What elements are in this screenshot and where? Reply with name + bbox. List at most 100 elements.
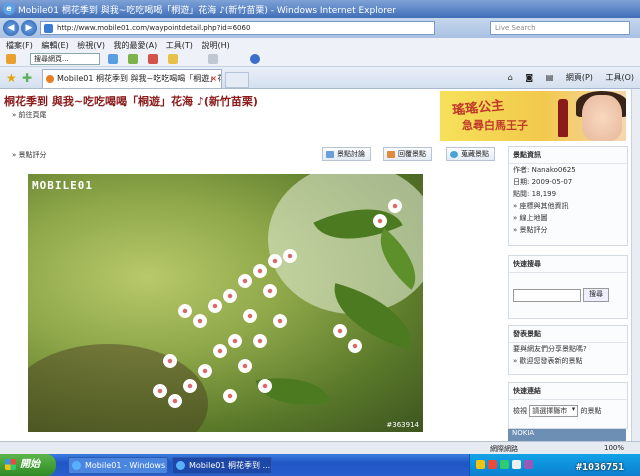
back-arrow-icon[interactable]: ◀ xyxy=(3,20,19,36)
quick-search-button[interactable]: 搜尋 xyxy=(583,288,609,302)
taskbar: 開始 Mobile01 - Windows I... Mobile01 桐花季到… xyxy=(0,454,640,476)
tray-icon[interactable] xyxy=(512,460,521,469)
spot-info-panel: 景點資訊 作者: Nanako0625 日期: 2009-05-07 點閱: 1… xyxy=(508,146,628,246)
address-bar: ◀ ▶ http://www.mobile01.com/waypointdeta… xyxy=(0,18,640,38)
view-label: 檢視 xyxy=(513,407,527,415)
reply-button[interactable]: 回覆景點 xyxy=(383,147,432,161)
tab-title: Mobile01 桐花季到 與我~吃吃喝喝「桐遊」花海 ♪ xyxy=(57,74,221,83)
tung-flower xyxy=(168,394,182,408)
menu-tools[interactable]: 工具(T) xyxy=(166,40,193,51)
ie-task-icon xyxy=(176,461,185,470)
tab-mobile01[interactable]: Mobile01 桐花季到 與我~吃吃喝喝「桐遊」花海 ♪ × xyxy=(42,69,222,88)
close-tab-icon[interactable]: × xyxy=(210,70,217,88)
title-bar: e Mobile01 桐花季到 與我~吃吃喝喝「桐遊」花海 ♪(新竹苗栗) - … xyxy=(0,0,640,18)
print-icon[interactable]: ▤ xyxy=(546,73,554,82)
quick-links-title: 快速連結 xyxy=(509,383,627,400)
tray-icon[interactable] xyxy=(488,460,497,469)
tung-flower xyxy=(263,284,277,298)
toolbar-help-icon[interactable] xyxy=(250,54,260,64)
toolbar-settings-icon[interactable] xyxy=(208,54,218,64)
tung-flower xyxy=(213,344,227,358)
quick-search-input[interactable] xyxy=(513,289,581,302)
internet-zone: 網際網路 xyxy=(490,445,518,453)
url-text: http://www.mobile01.com/waypointdetail.p… xyxy=(57,24,251,32)
toolbar-bookmark-icon[interactable] xyxy=(128,54,138,64)
tung-flower xyxy=(238,359,252,373)
home-icon[interactable]: ⌂ xyxy=(508,73,513,82)
city-select[interactable]: 請選擇縣市 xyxy=(529,405,579,417)
collect-button[interactable]: 蒐藏景點 xyxy=(446,147,495,161)
toolbar-go-icon[interactable] xyxy=(108,54,118,64)
menu-edit[interactable]: 編輯(E) xyxy=(41,40,68,51)
spot-info-title: 景點資訊 xyxy=(509,147,627,164)
spot-rating-link[interactable]: » 景點評分 xyxy=(509,224,627,236)
coords-link[interactable]: » 座標與其他資訊 xyxy=(509,200,627,212)
feeds-icon[interactable]: ◙ xyxy=(525,73,533,82)
ie-task-icon xyxy=(72,461,81,470)
tung-flower xyxy=(268,254,282,268)
nokia-ad[interactable]: NOKIA xyxy=(508,429,626,441)
add-favorite-icon[interactable]: ✚ xyxy=(22,71,32,85)
tung-flower xyxy=(163,354,177,368)
rating-link[interactable]: » 景點評分 xyxy=(12,150,47,160)
views: 點閱: 18,199 xyxy=(513,190,557,198)
url-field[interactable]: http://www.mobile01.com/waypointdetail.p… xyxy=(40,21,435,35)
vertical-scrollbar[interactable] xyxy=(631,89,640,441)
tray-icon[interactable] xyxy=(524,460,533,469)
tung-flower xyxy=(253,334,267,348)
date: 日期: 2009-05-07 xyxy=(513,178,573,186)
forward-arrow-icon[interactable]: ▶ xyxy=(21,20,37,36)
quick-search-panel: 快速搜尋 搜尋 xyxy=(508,255,628,319)
start-button[interactable]: 開始 xyxy=(0,454,56,476)
collect-icon xyxy=(450,151,458,158)
banner-headline: 瑤瑤公主 xyxy=(451,98,505,119)
toolbar-mail-icon[interactable] xyxy=(148,54,158,64)
mobile01-logo: MOBILE01 xyxy=(32,179,93,192)
tray-icon[interactable] xyxy=(476,460,485,469)
task-ie-window-1[interactable]: Mobile01 - Windows I... xyxy=(68,457,168,474)
spot-suffix: 的景點 xyxy=(580,407,602,415)
ie-icon: e xyxy=(3,3,15,15)
new-tab-button[interactable] xyxy=(225,72,249,88)
zoom-level[interactable]: 100% xyxy=(604,444,624,452)
toolbar-search-input[interactable]: 搜尋網頁... xyxy=(30,53,100,65)
discuss-button[interactable]: 景點討論 xyxy=(322,147,371,161)
tung-flower xyxy=(283,249,297,263)
menu-file[interactable]: 檔案(F) xyxy=(6,40,33,51)
discuss-label: 景點討論 xyxy=(337,150,365,158)
menu-favorites[interactable]: 我的最愛(A) xyxy=(114,40,158,51)
live-search-input[interactable]: Live Search xyxy=(490,21,630,35)
publish-link[interactable]: » 歡迎您發表新的景點 xyxy=(509,355,627,367)
drink-bottle-image xyxy=(558,99,568,137)
flower-photo[interactable]: MOBILE01 #363914 xyxy=(28,174,423,432)
tung-flower xyxy=(183,379,197,393)
go-to-footer-link[interactable]: » 前往頁尾 xyxy=(12,110,47,120)
tung-flower xyxy=(273,314,287,328)
tung-flower xyxy=(153,384,167,398)
menu-view[interactable]: 檢視(V) xyxy=(77,40,105,51)
windows-logo-icon xyxy=(5,459,16,470)
window-title: Mobile01 桐花季到 與我~吃吃喝喝「桐遊」花海 ♪(新竹苗栗) - Wi… xyxy=(18,6,396,16)
status-bar: 網際網路 100% xyxy=(0,441,640,454)
publish-panel: 發表景點 要與網友們分享景點嗎? » 歡迎您發表新的景點 xyxy=(508,325,628,375)
tung-flower xyxy=(253,264,267,278)
tab-row: ★ ✚ Mobile01 桐花季到 與我~吃吃喝喝「桐遊」花海 ♪ × ⌂ ◙ … xyxy=(0,67,640,89)
online-map-link[interactable]: » 線上地圖 xyxy=(509,212,627,224)
task-ie-window-2[interactable]: Mobile01 桐花季到 ... xyxy=(172,457,272,474)
tray-icon[interactable] xyxy=(500,460,509,469)
toolbar-star-icon[interactable] xyxy=(168,54,178,64)
tung-flower xyxy=(238,274,252,288)
advertisement-banner[interactable]: 瑤瑤公主 急尋白馬王子 xyxy=(440,91,626,141)
web-page: 桐花季到 與我~吃吃喝喝「桐遊」花海 ♪(新竹苗栗) » 前往頁尾 瑤瑤公主 急… xyxy=(0,89,640,441)
menu-help[interactable]: 說明(H) xyxy=(201,40,229,51)
banner-subline: 急尋白馬王子 xyxy=(462,119,528,132)
toolbar-logo-icon[interactable] xyxy=(6,54,16,64)
tools-menu[interactable]: 工具(O) xyxy=(605,73,634,82)
favorites-star-icon[interactable]: ★ xyxy=(6,71,17,85)
quick-links-panel: 快速連結 檢視 請選擇縣市 的景點 xyxy=(508,382,628,429)
city-filter-row: 檢視 請選擇縣市 的景點 xyxy=(509,404,627,418)
page-menu[interactable]: 網頁(P) xyxy=(566,73,593,82)
publish-prompt: 要與網友們分享景點嗎? xyxy=(513,345,587,353)
tung-flower xyxy=(333,324,347,338)
tung-flower xyxy=(373,214,387,228)
